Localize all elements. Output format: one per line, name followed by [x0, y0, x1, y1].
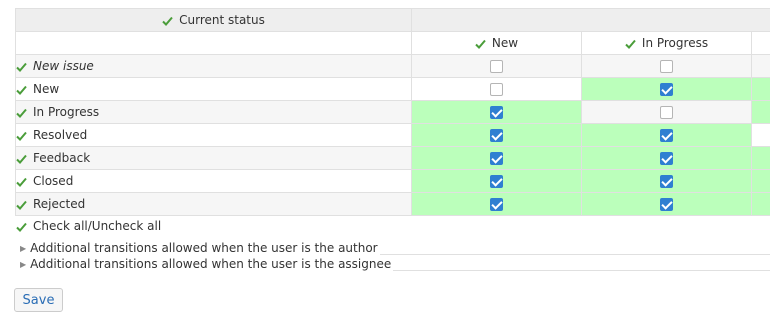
- column-header-new[interactable]: New: [411, 31, 582, 55]
- table-row: New: [15, 77, 770, 101]
- check-all-label: Check all/Uncheck all: [33, 219, 162, 233]
- transition-cell-clipped: [750, 146, 770, 170]
- table-row: Resolved: [15, 123, 770, 147]
- current-status-header[interactable]: Current status: [15, 8, 412, 32]
- transition-checkbox[interactable]: [490, 60, 503, 73]
- transition-cell: [411, 123, 582, 147]
- transition-cell: [581, 192, 752, 216]
- assignee-transitions-label: Additional transitions allowed when the …: [30, 257, 392, 271]
- transition-checkbox[interactable]: [660, 198, 673, 211]
- row-status-label: New: [33, 82, 60, 96]
- transition-cell-clipped: [750, 54, 770, 78]
- row-status-label-cell[interactable]: Closed: [15, 169, 412, 193]
- triangle-right-icon: ▶: [20, 260, 27, 269]
- check-icon: [16, 85, 27, 95]
- row-status-label-cell[interactable]: In Progress: [15, 100, 412, 124]
- transition-cell: [581, 77, 752, 101]
- column-label: New: [491, 36, 519, 50]
- new-statuses-header: [410, 8, 770, 32]
- row-status-label: New issue: [33, 59, 94, 73]
- row-status-label-cell[interactable]: Rejected: [15, 192, 412, 216]
- assignee-transitions-legend[interactable]: ▶ Additional transitions allowed when the…: [20, 257, 394, 271]
- transition-cell: [411, 100, 582, 124]
- check-icon: [16, 62, 27, 72]
- column-label: In Progress: [641, 36, 709, 50]
- transition-cell-clipped: [750, 123, 770, 147]
- row-status-label-cell[interactable]: Resolved: [15, 123, 412, 147]
- transition-cell: [411, 146, 582, 170]
- table-row: New issue: [15, 54, 770, 78]
- check-icon: [475, 39, 486, 49]
- transition-checkbox[interactable]: [660, 106, 673, 119]
- table-row: Rejected: [15, 192, 770, 216]
- current-status-label: Current status: [179, 13, 265, 27]
- column-header-in-progress[interactable]: In Progress: [581, 31, 752, 55]
- transition-cell: [411, 54, 582, 78]
- table-row: Feedback: [15, 146, 770, 170]
- column-header-spacer: [15, 31, 412, 55]
- row-status-label: Rejected: [33, 197, 86, 211]
- row-status-label: Closed: [33, 174, 74, 188]
- transition-cell: [581, 169, 752, 193]
- transition-checkbox[interactable]: [490, 152, 503, 165]
- transition-cell: [581, 100, 752, 124]
- transition-checkbox[interactable]: [490, 198, 503, 211]
- table-header-row: Current status: [15, 8, 770, 32]
- table-row: In Progress: [15, 100, 770, 124]
- transition-cell-clipped: [750, 192, 770, 216]
- author-transitions-legend[interactable]: ▶ Additional transitions allowed when the…: [20, 241, 380, 255]
- row-status-label-cell[interactable]: New: [15, 77, 412, 101]
- transition-checkbox[interactable]: [660, 129, 673, 142]
- save-button[interactable]: Save: [14, 288, 63, 312]
- row-status-label-cell[interactable]: Feedback: [15, 146, 412, 170]
- transition-checkbox[interactable]: [660, 175, 673, 188]
- transition-cell: [581, 146, 752, 170]
- column-header-row: New In Progress: [15, 31, 770, 55]
- table-row: Closed: [15, 169, 770, 193]
- table-body: New issue New In Progress Resolved Feedback C…: [15, 54, 770, 216]
- assignee-transitions-fieldset[interactable]: ▶ Additional transitions allowed when the…: [20, 257, 770, 271]
- row-status-label: Feedback: [33, 151, 91, 165]
- check-icon: [625, 39, 636, 49]
- transition-checkbox[interactable]: [490, 83, 503, 96]
- check-icon: [16, 177, 27, 187]
- column-header-next: [750, 31, 770, 55]
- author-transitions-fieldset[interactable]: ▶ Additional transitions allowed when the…: [20, 241, 770, 255]
- workflow-table: Current status New In Progress New issue…: [15, 8, 770, 216]
- check-icon: [16, 222, 27, 232]
- check-icon: [16, 108, 27, 118]
- transition-cell: [581, 123, 752, 147]
- row-status-label-cell[interactable]: New issue: [15, 54, 412, 78]
- row-status-label: In Progress: [33, 105, 100, 119]
- transition-cell: [411, 192, 582, 216]
- transition-checkbox[interactable]: [660, 83, 673, 96]
- check-icon: [162, 16, 173, 26]
- row-status-label: Resolved: [33, 128, 88, 142]
- transition-checkbox[interactable]: [490, 129, 503, 142]
- transition-cell-clipped: [750, 77, 770, 101]
- transition-checkbox[interactable]: [660, 60, 673, 73]
- transition-cell: [411, 77, 582, 101]
- author-transitions-label: Additional transitions allowed when the …: [30, 241, 378, 255]
- triangle-right-icon: ▶: [20, 244, 27, 253]
- check-all-link[interactable]: Check all/Uncheck all: [16, 219, 161, 233]
- transition-cell-clipped: [750, 100, 770, 124]
- transition-checkbox[interactable]: [490, 106, 503, 119]
- check-icon: [16, 154, 27, 164]
- check-icon: [16, 200, 27, 210]
- transition-cell: [581, 54, 752, 78]
- check-icon: [16, 131, 27, 141]
- transition-checkbox[interactable]: [660, 152, 673, 165]
- transition-checkbox[interactable]: [490, 175, 503, 188]
- transition-cell-clipped: [750, 169, 770, 193]
- transition-cell: [411, 169, 582, 193]
